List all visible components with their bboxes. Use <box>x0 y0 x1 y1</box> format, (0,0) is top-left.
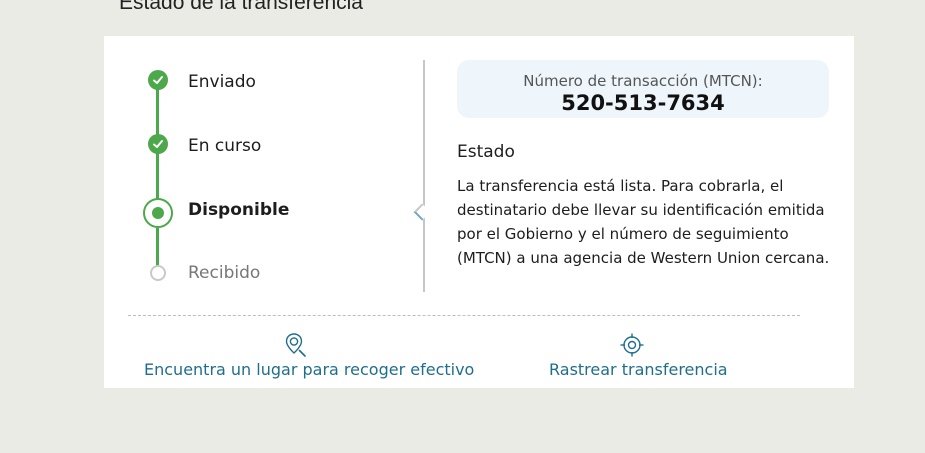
status-description: La transferencia está lista. Para cobrar… <box>457 177 830 267</box>
mtcn-box: Número de transacción (MTCN): 520-513-76… <box>457 60 829 118</box>
track-transfer-label: Rastrear transferencia <box>549 360 728 379</box>
pending-step-icon <box>150 265 166 281</box>
stepper-connector <box>156 228 159 266</box>
page-title: Estado de la transferencia <box>119 0 363 14</box>
target-icon <box>620 333 644 357</box>
status-title: Estado <box>457 142 515 162</box>
vertical-divider <box>423 60 425 292</box>
progress-stepper: Enviado En curso Disponible Recibido <box>104 36 424 306</box>
location-search-icon <box>285 333 306 357</box>
transfer-status-card: Enviado En curso Disponible Recibido Núm… <box>104 36 854 388</box>
current-step-icon <box>143 198 173 228</box>
horizontal-divider <box>128 315 800 316</box>
check-icon <box>148 70 168 90</box>
find-location-link[interactable]: Encuentra un lugar para recoger efectivo <box>144 332 474 379</box>
step-label-sent: Enviado <box>188 72 256 92</box>
step-label-available: Disponible <box>188 200 290 220</box>
track-transfer-link[interactable]: Rastrear transferencia <box>549 332 728 379</box>
mtcn-label: Número de transacción (MTCN): <box>523 72 763 90</box>
step-label-received: Recibido <box>188 263 261 283</box>
find-location-label: Encuentra un lugar para recoger efectivo <box>144 360 475 379</box>
step-label-in-progress: En curso <box>188 136 262 156</box>
check-icon <box>148 134 168 154</box>
mtcn-number: 520-513-7634 <box>561 91 725 115</box>
